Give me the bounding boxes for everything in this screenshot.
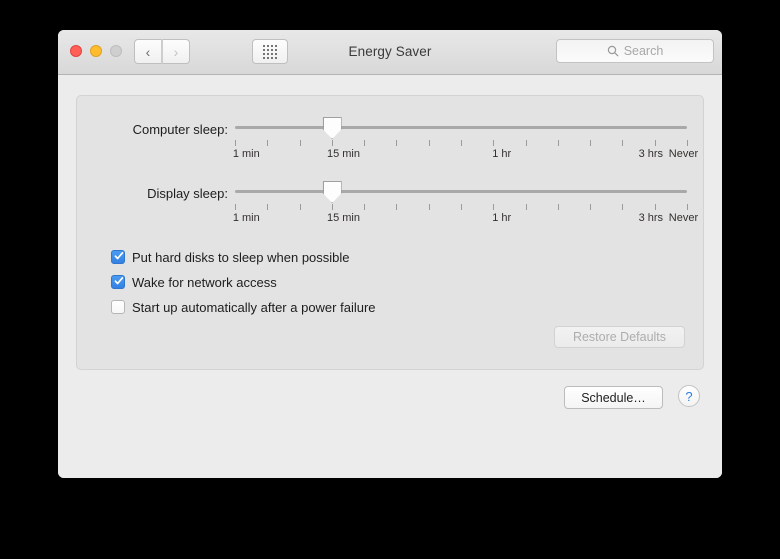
checkbox-row[interactable]: Start up automatically after a power fai… <box>111 296 376 318</box>
search-placeholder-text: Search <box>623 44 664 58</box>
slider-tick-marks <box>235 140 688 147</box>
slider-tick <box>428 140 430 146</box>
slider-tick-label: 15 min <box>326 212 360 224</box>
window-titlebar: ‹ › Energy Saver Search <box>58 30 722 75</box>
slider-tick <box>364 204 366 210</box>
slider-tick <box>331 140 333 146</box>
slider-row-display-sleep: Display sleep: 1 min 15 min 1 hr 3 hrs Never <box>77 178 703 238</box>
slider-tick-label: Never <box>668 148 699 160</box>
slider-tick-label: 1 min <box>232 148 260 160</box>
slider-label: Computer sleep: <box>132 122 228 137</box>
schedule-button[interactable]: Schedule… <box>564 386 663 409</box>
slider-tick-labels: 1 min 15 min 1 hr 3 hrs Never <box>232 212 698 228</box>
slider-tick <box>299 204 301 210</box>
energy-saver-window: ‹ › Energy Saver Search Computer sleep: … <box>58 30 722 478</box>
slider-tick <box>331 204 333 210</box>
slider-control[interactable]: 1 min 15 min 1 hr 3 hrs Never <box>232 114 698 174</box>
checkbox-row[interactable]: Wake for network access <box>111 271 376 293</box>
slider-tick <box>557 204 559 210</box>
slider-tick <box>557 140 559 146</box>
slider-tick <box>622 204 624 210</box>
slider-tick-marks <box>235 204 688 211</box>
restore-defaults-label: Restore Defaults <box>572 330 667 344</box>
slider-tick <box>267 140 269 146</box>
slider-tick <box>461 140 462 146</box>
checkbox-label: Start up automatically after a power fai… <box>132 299 376 315</box>
slider-thumb[interactable] <box>322 117 342 139</box>
search-icon <box>607 45 619 57</box>
options-checkbox-group: Put hard disks to sleep when possible Wak… <box>111 246 376 321</box>
slider-tick <box>654 204 656 210</box>
slider-tick <box>590 140 592 146</box>
slider-control[interactable]: 1 min 15 min 1 hr 3 hrs Never <box>232 178 698 238</box>
slider-tick <box>428 204 430 210</box>
window-body: Computer sleep: 1 min 15 min 1 hr 3 hrs Never… <box>58 75 722 478</box>
slider-label: Display sleep: <box>147 186 228 201</box>
checkbox-label: Wake for network access <box>132 274 277 290</box>
slider-tick <box>235 140 236 146</box>
slider-tick <box>396 140 398 146</box>
slider-tick <box>622 140 624 146</box>
checkmark-icon <box>114 277 124 285</box>
checkbox-label: Put hard disks to sleep when possible <box>132 249 350 265</box>
slider-track[interactable] <box>235 190 687 193</box>
slider-tick <box>687 140 688 146</box>
slider-tick-label: 3 hrs <box>638 148 664 160</box>
slider-tick <box>687 204 688 210</box>
slider-tick-labels: 1 min 15 min 1 hr 3 hrs Never <box>232 148 698 164</box>
slider-tick <box>525 204 527 210</box>
slider-row-computer-sleep: Computer sleep: 1 min 15 min 1 hr 3 hrs Never <box>77 114 703 174</box>
question-mark-icon: ? <box>685 388 693 404</box>
slider-tick <box>364 140 366 146</box>
slider-tick <box>396 204 398 210</box>
slider-tick-label: 1 min <box>232 212 260 224</box>
slider-tick-label: 15 min <box>326 148 360 160</box>
slider-tick-label: 1 hr <box>492 148 512 160</box>
slider-track[interactable] <box>235 126 687 129</box>
checkbox-checked[interactable] <box>111 250 125 264</box>
checkbox-row[interactable]: Put hard disks to sleep when possible <box>111 246 376 268</box>
slider-tick <box>461 204 462 210</box>
slider-tick <box>267 204 269 210</box>
slider-tick <box>525 140 527 146</box>
checkbox-checked[interactable] <box>111 275 125 289</box>
slider-tick <box>493 204 495 210</box>
slider-tick <box>235 204 236 210</box>
slider-tick <box>590 204 592 210</box>
slider-tick <box>493 140 495 146</box>
search-field[interactable]: Search <box>556 39 714 63</box>
slider-tick-label: Never <box>668 212 699 224</box>
slider-thumb[interactable] <box>322 181 342 203</box>
checkmark-icon <box>114 252 124 260</box>
help-button[interactable]: ? <box>678 385 700 407</box>
energy-settings-panel: Computer sleep: 1 min 15 min 1 hr 3 hrs Never… <box>76 95 704 370</box>
slider-tick <box>654 140 656 146</box>
slider-tick <box>299 140 301 146</box>
restore-defaults-button[interactable]: Restore Defaults <box>554 326 685 348</box>
slider-tick-label: 3 hrs <box>638 212 664 224</box>
schedule-label: Schedule… <box>581 390 646 405</box>
slider-tick-label: 1 hr <box>492 212 512 224</box>
checkbox-unchecked[interactable] <box>111 300 125 314</box>
